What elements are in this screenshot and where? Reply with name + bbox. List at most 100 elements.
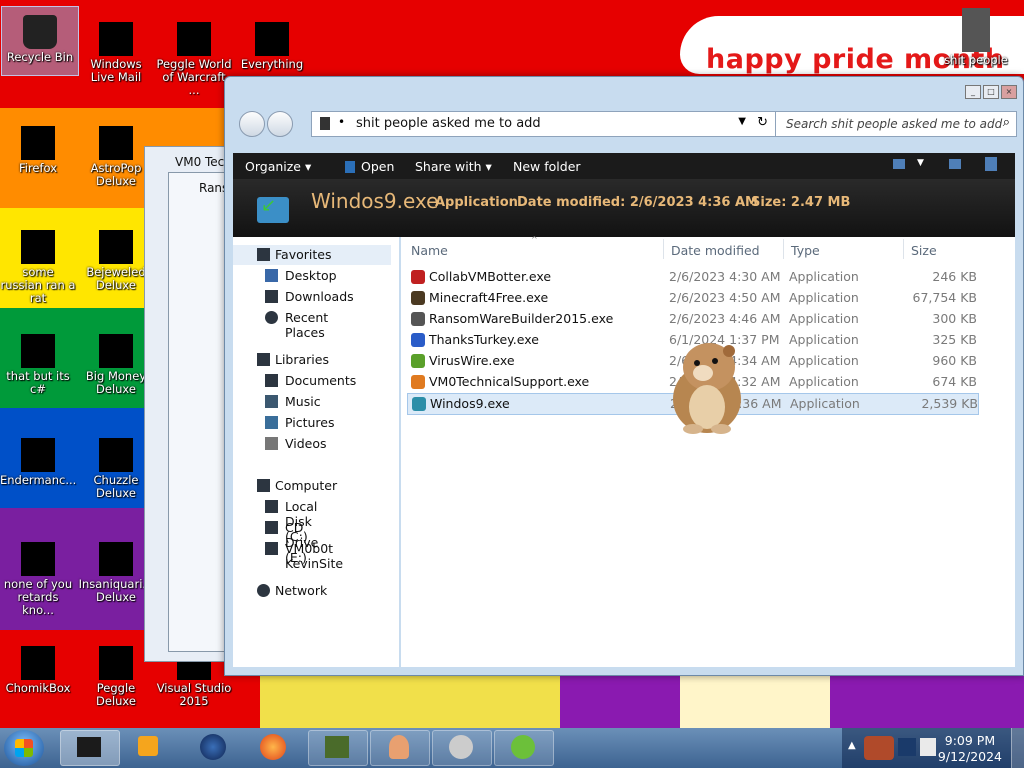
details-file-type: Application [435, 195, 518, 210]
file-size: 67,754 KB [912, 290, 977, 305]
desktop-icon-insaniquarium[interactable]: Insaniquari... Deluxe [78, 534, 154, 604]
forward-button[interactable] [267, 111, 293, 137]
details-pane: ↙ Windos9.exe Application Date modified:… [233, 179, 1015, 237]
maximize-button[interactable]: □ [983, 85, 999, 99]
globe-icon [200, 734, 226, 760]
command-bar: Organize ▾ Open Share with ▾ New folder … [233, 153, 1015, 179]
tech-support-icon [389, 735, 409, 759]
desktop-icon-shit-people[interactable]: shit people [944, 6, 1008, 67]
address-row: • shit people asked me to add ▼ ↻ Search… [233, 105, 1017, 141]
mail-icon [99, 22, 133, 56]
file-row[interactable]: Minecraft4Free.exe 2/6/2023 4:50 AM Applic… [407, 288, 977, 308]
desktop-icon-windows-live-mail[interactable]: Windows Live Mail [78, 14, 154, 84]
start-button[interactable] [4, 730, 44, 766]
desktop-icon-recycle-bin[interactable]: Recycle Bin [1, 6, 79, 76]
organize-button[interactable]: Organize ▾ [245, 159, 311, 174]
folder-icon [962, 8, 990, 52]
open-button[interactable]: Open [345, 159, 394, 174]
file-size: 246 KB [932, 269, 977, 284]
taskbar-button-globe[interactable] [186, 730, 244, 764]
file-type: Application [789, 269, 859, 284]
close-button[interactable]: × [1001, 85, 1017, 99]
search-input[interactable]: Search shit people asked me to add ⌕ [775, 111, 1017, 137]
desktop-icon-firefox[interactable]: Firefox [0, 118, 76, 175]
view-options-icon[interactable] [893, 159, 905, 169]
desktop-icon-peggle-wow[interactable]: Peggle World of Warcraft ... [156, 14, 232, 97]
desktop-icon-chomikbox[interactable]: ChomikBox [0, 638, 76, 695]
application-icon [411, 312, 425, 326]
new-folder-button[interactable]: New folder [513, 159, 581, 174]
taskbar-button-minecraft[interactable] [308, 730, 368, 766]
network-status-icon[interactable] [898, 738, 916, 756]
desktop-icon-none-of-you[interactable]: none of you retards kno... [0, 534, 76, 617]
application-icon [411, 375, 425, 389]
taskbar-button-ransomware[interactable] [432, 730, 492, 766]
refresh-icon[interactable]: ↻ [757, 115, 768, 130]
console-icon [21, 438, 55, 472]
minimize-button[interactable]: _ [965, 85, 981, 99]
desktop-icon-russian-rat[interactable]: some russian ran a rat [0, 222, 76, 305]
music-icon [265, 395, 278, 408]
column-header-name[interactable]: Name [411, 243, 448, 258]
folder-icon [77, 737, 101, 757]
cd-drive-icon [265, 521, 278, 534]
desktop-icon-peggle-deluxe[interactable]: Peggle Deluxe [78, 638, 154, 708]
file-name: RansomWareBuilder2015.exe [429, 311, 614, 326]
desktop-icon-bejeweled[interactable]: Bejeweled Deluxe [78, 222, 154, 292]
chrome-icon [21, 542, 55, 576]
preview-pane-icon[interactable] [949, 159, 961, 169]
file-type: Application [789, 290, 859, 305]
hamster-sticker [673, 343, 741, 434]
taskbar-button-viruswire[interactable] [494, 730, 554, 766]
file-row[interactable]: CollabVMBotter.exe 2/6/2023 4:30 AM Applic… [407, 267, 977, 287]
details-file-name: Windos9.exe [311, 189, 439, 213]
downloads-icon [265, 290, 278, 303]
flag-icon[interactable] [864, 736, 894, 760]
nav-favorites[interactable]: Favorites [233, 245, 391, 265]
taskbar-button-firefox[interactable] [246, 730, 304, 764]
recycle-bin-icon [23, 15, 57, 49]
column-header-size[interactable]: Size [911, 243, 937, 258]
back-button[interactable] [239, 111, 265, 137]
view-dropdown-icon[interactable]: ▼ [917, 158, 924, 168]
address-bar[interactable]: • shit people asked me to add ▼ ↻ [311, 111, 777, 137]
application-icon [345, 161, 355, 173]
desktop-icon-astropop[interactable]: AstroPop Deluxe [78, 118, 154, 188]
volume-icon[interactable] [920, 738, 936, 756]
virus-icon [511, 735, 535, 759]
show-desktop-button[interactable] [1011, 728, 1024, 768]
file-type: Application [790, 396, 860, 411]
desktop-icon-big-money[interactable]: Big Money Deluxe [78, 326, 154, 396]
desktop-icon-everything[interactable]: Everything [234, 14, 310, 71]
file-row[interactable]: RansomWareBuilder2015.exe 2/6/2023 4:46 A… [407, 309, 977, 329]
column-header-type[interactable]: Type [791, 243, 820, 258]
window-caption-buttons: _ □ × [965, 85, 1017, 99]
desktop-icon-that-but-csharp[interactable]: that but its c# [0, 326, 76, 396]
fish-icon [99, 542, 133, 576]
gem-icon [99, 230, 133, 264]
details-arrow-icon: ↙ [261, 195, 277, 216]
desktop-icon-endermanch[interactable]: Endermanc... [0, 430, 76, 487]
desktop-icon-chuzzle[interactable]: Chuzzle Deluxe [78, 430, 154, 500]
file-date: 2/6/2023 4:30 AM [669, 269, 781, 284]
clock[interactable]: 9:09 PM 9/12/2024 [938, 733, 1002, 765]
tray-expand-icon[interactable]: ▲ [848, 740, 856, 751]
help-icon[interactable] [985, 157, 997, 171]
taskbar-button-media-player[interactable] [120, 730, 178, 764]
address-dropdown-icon[interactable]: ▼ [738, 116, 746, 127]
taskbar-button-explorer[interactable] [60, 730, 120, 766]
details-size: Size: 2.47 MB [751, 195, 851, 210]
file-date: 2/6/2023 4:46 AM [669, 311, 781, 326]
share-with-button[interactable]: Share with ▾ [415, 159, 492, 174]
column-header-date[interactable]: Date modified [671, 243, 760, 258]
application-icon [411, 270, 425, 284]
search-icon[interactable]: ⌕ [1003, 115, 1010, 130]
taskbar-button-tech-support[interactable] [370, 730, 430, 766]
money-icon [99, 334, 133, 368]
pictures-icon [265, 416, 278, 429]
explorer-window[interactable]: _ □ × • shit people asked me to add ▼ ↻ … [224, 76, 1024, 676]
firefox-icon [21, 126, 55, 160]
local-disk-icon [265, 500, 278, 513]
media-player-icon [138, 736, 158, 756]
file-size: 674 KB [932, 374, 977, 389]
